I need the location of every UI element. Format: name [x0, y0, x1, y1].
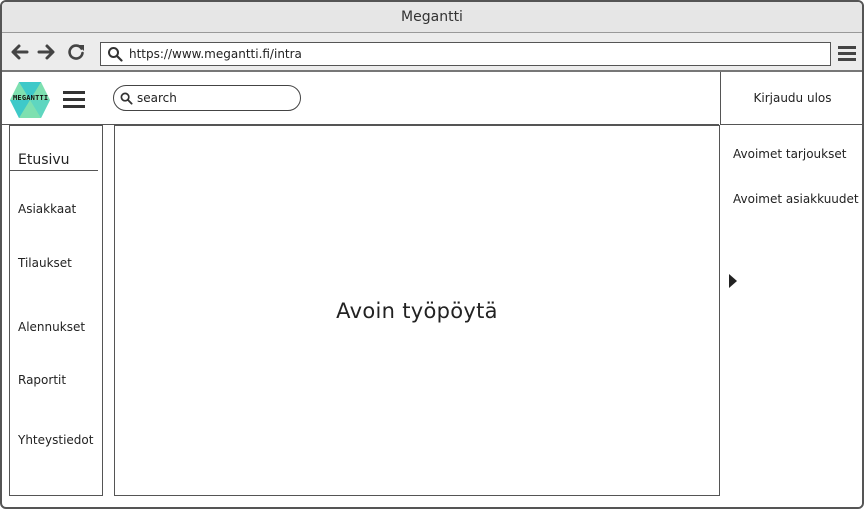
page-title: Avoin työpöytä: [336, 298, 498, 323]
logout-label: Kirjaudu ulos: [753, 91, 832, 105]
sidebar-item-asiakkaat[interactable]: Asiakkaat: [18, 202, 76, 216]
main-content: Avoin työpöytä: [114, 125, 720, 496]
logout-button[interactable]: Kirjaudu ulos: [720, 72, 862, 125]
hamburger-icon: [63, 91, 85, 108]
window-title: Megantti: [401, 9, 463, 25]
logo-text: MEGANTTI: [13, 94, 49, 102]
search-box: [113, 85, 301, 111]
sidebar-item-raportit[interactable]: Raportit: [18, 373, 66, 387]
app-menu-button[interactable]: [63, 90, 85, 110]
browser-window: Megantti https://www.megantti.fi/intra M…: [0, 0, 864, 509]
window-titlebar: Megantti: [2, 2, 862, 33]
triangle-right-icon[interactable]: [729, 274, 737, 288]
search-icon: [108, 47, 123, 62]
forward-button[interactable]: [36, 42, 56, 62]
hamburger-menu-icon: [838, 46, 856, 61]
address-url: https://www.megantti.fi/intra: [129, 47, 302, 61]
megantti-logo[interactable]: MEGANTTI: [8, 80, 52, 120]
browser-toolbar: https://www.megantti.fi/intra: [2, 33, 862, 72]
sidebar-nav: Etusivu Asiakkaat Tilaukset Alennukset R…: [9, 125, 103, 496]
search-icon: [120, 92, 133, 105]
link-avoimet-asiakkuudet[interactable]: Avoimet asiakkuudet: [733, 192, 859, 206]
sidebar-item-alennukset[interactable]: Alennukset: [18, 320, 85, 334]
browser-menu-button[interactable]: [838, 44, 856, 62]
reload-button[interactable]: [66, 42, 86, 62]
sidebar-item-yhteystiedot[interactable]: Yhteystiedot: [18, 433, 93, 447]
arrow-left-icon: [11, 44, 29, 60]
right-panel: Avoimet tarjoukset Avoimet asiakkuudet: [720, 126, 862, 507]
sidebar-item-tilaukset[interactable]: Tilaukset: [18, 256, 72, 270]
search-input[interactable]: [137, 91, 287, 105]
sidebar-item-etusivu[interactable]: Etusivu: [18, 152, 70, 168]
reload-icon: [68, 44, 84, 60]
back-button[interactable]: [10, 42, 30, 62]
sidebar-divider: [10, 170, 98, 171]
app-header: MEGANTTI: [2, 72, 719, 125]
arrow-right-icon: [37, 44, 55, 60]
address-bar[interactable]: https://www.megantti.fi/intra: [100, 42, 831, 66]
link-avoimet-tarjoukset[interactable]: Avoimet tarjoukset: [733, 147, 846, 161]
